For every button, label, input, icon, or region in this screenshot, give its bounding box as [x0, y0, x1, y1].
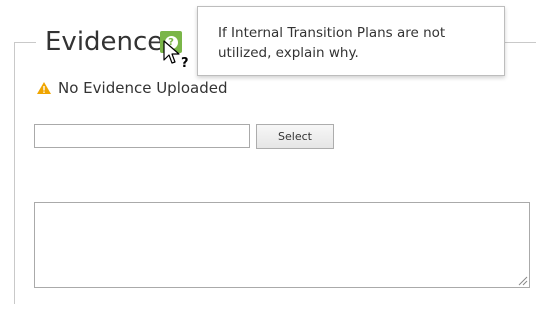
resize-grip-icon[interactable]	[517, 275, 528, 286]
svg-text:?: ?	[181, 56, 189, 70]
file-path-input[interactable]	[34, 124, 250, 148]
select-file-button[interactable]: Select	[256, 124, 334, 149]
help-cursor-icon: ?	[163, 40, 189, 70]
evidence-panel: Evidence ? ? If Internal Transition Plan…	[0, 0, 536, 324]
explanation-textarea[interactable]	[34, 202, 530, 288]
fieldset-border-top-left	[14, 42, 36, 43]
help-tooltip: If Internal Transition Plans are not uti…	[197, 6, 505, 76]
evidence-legend: Evidence	[45, 27, 164, 57]
evidence-status: No Evidence Uploaded	[36, 78, 228, 98]
fieldset-border-left	[14, 42, 15, 304]
warning-triangle-icon	[37, 82, 51, 94]
status-text: No Evidence Uploaded	[58, 79, 228, 97]
fieldset-border-top-right	[505, 42, 536, 43]
